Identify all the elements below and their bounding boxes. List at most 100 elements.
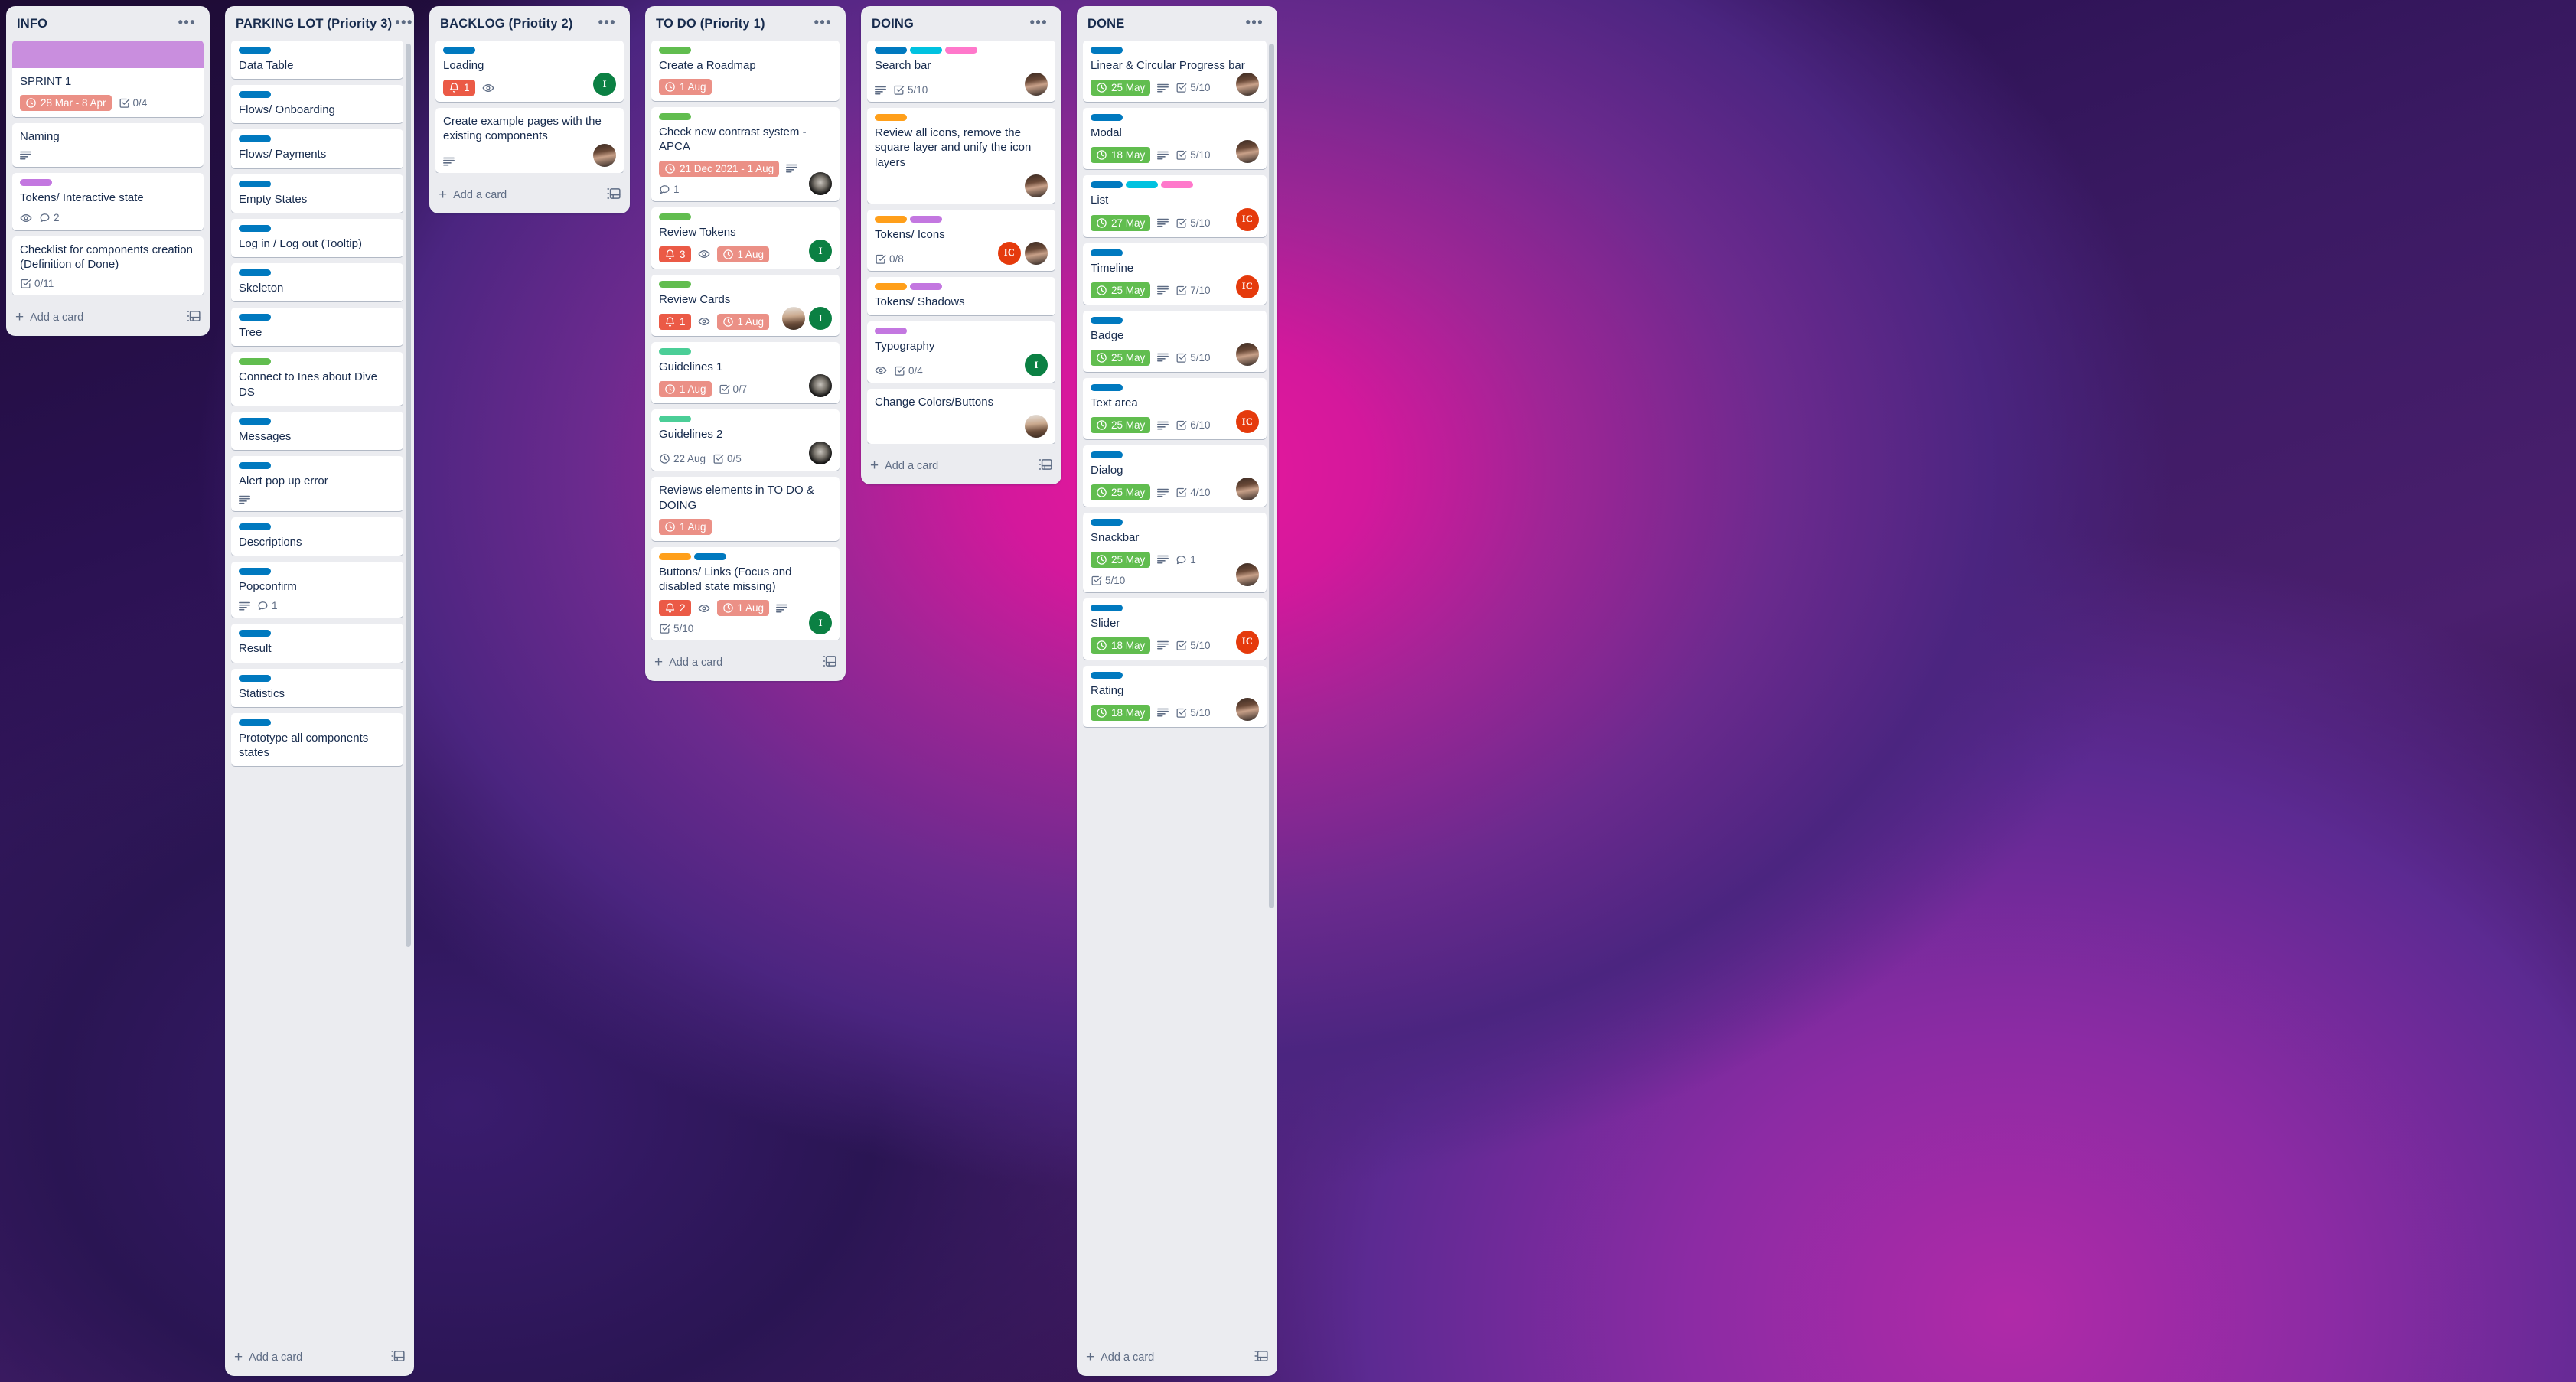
label-blue[interactable] <box>1091 249 1123 256</box>
avatar[interactable] <box>809 374 832 398</box>
card[interactable]: Guidelines 2 22 Aug 0/5 <box>651 409 840 471</box>
label-blue[interactable] <box>239 523 271 531</box>
label-blue[interactable] <box>1091 316 1123 324</box>
avatar[interactable]: I <box>809 239 832 262</box>
card-template-icon[interactable] <box>607 187 621 203</box>
avatar[interactable]: I <box>809 306 832 330</box>
column-menu-button[interactable]: ••• <box>392 15 416 31</box>
label-green[interactable] <box>659 280 691 288</box>
avatar[interactable]: I <box>1025 354 1048 377</box>
due-date-badge[interactable]: 27 May <box>1091 214 1151 231</box>
card[interactable]: Timeline 25 May 7/10 IC <box>1083 243 1267 305</box>
card-template-icon[interactable] <box>187 310 201 325</box>
card[interactable]: Checklist for components creation (Defin… <box>12 236 204 295</box>
column-scrollbar[interactable] <box>406 44 411 947</box>
card[interactable]: Snackbar 25 May 1 5/10 <box>1083 513 1267 592</box>
card[interactable]: Check new contrast system - APCA 21 Dec 2… <box>651 107 840 201</box>
label-green_light[interactable] <box>659 416 691 423</box>
add-card-button[interactable]: + Add a card <box>6 300 210 336</box>
due-date-badge[interactable]: 1 Aug <box>716 246 770 262</box>
avatar[interactable] <box>1025 73 1048 96</box>
avatar[interactable]: I <box>809 611 832 635</box>
due-date-badge[interactable]: 1 Aug <box>659 79 712 96</box>
due-date-badge[interactable]: 1 Aug <box>716 313 770 330</box>
card[interactable]: Review all icons, remove the square laye… <box>867 108 1055 204</box>
avatar[interactable] <box>1236 697 1259 721</box>
card[interactable]: Rating 18 May 5/10 <box>1083 665 1267 727</box>
card[interactable]: Statistics <box>231 668 403 707</box>
card[interactable]: Create example pages with the existing c… <box>435 108 624 173</box>
alert-badge[interactable]: 1 <box>659 313 691 330</box>
label-blue[interactable] <box>239 314 271 321</box>
avatar[interactable]: IC <box>998 241 1021 265</box>
label-blue[interactable] <box>239 180 271 187</box>
label-pink[interactable] <box>945 47 977 54</box>
watch-badge[interactable] <box>698 315 710 328</box>
card[interactable]: Alert pop up error <box>231 455 403 512</box>
card[interactable]: Text area 25 May 6/10 IC <box>1083 377 1267 440</box>
avatar[interactable]: IC <box>1236 410 1259 434</box>
due-date-badge[interactable]: 18 May <box>1091 637 1151 654</box>
column-menu-button[interactable]: ••• <box>1027 15 1051 31</box>
due-date-badge[interactable]: 1 Aug <box>659 518 712 535</box>
due-date-badge[interactable]: 1 Aug <box>659 381 712 398</box>
due-date-badge[interactable]: 18 May <box>1091 704 1151 721</box>
card[interactable]: Tokens/ Shadows <box>867 276 1055 316</box>
avatar[interactable] <box>1236 73 1259 96</box>
card[interactable]: Badge 25 May 5/10 <box>1083 310 1267 372</box>
avatar[interactable] <box>782 306 805 330</box>
label-blue[interactable] <box>239 461 271 469</box>
label-blue[interactable] <box>1091 383 1123 391</box>
card-template-icon[interactable] <box>823 655 836 670</box>
avatar[interactable] <box>1236 342 1259 366</box>
card[interactable]: Messages <box>231 411 403 450</box>
label-pink[interactable] <box>1161 181 1193 189</box>
card-template-icon[interactable] <box>391 1350 405 1365</box>
card[interactable]: Reviews elements in TO DO & DOING 1 Aug <box>651 477 840 541</box>
add-card-button[interactable]: + Add a card <box>429 178 630 213</box>
watch-badge[interactable] <box>482 82 494 94</box>
label-orange[interactable] <box>875 215 907 223</box>
label-blue[interactable] <box>443 47 475 54</box>
card[interactable]: Naming <box>12 123 204 168</box>
card[interactable]: Change Colors/Buttons <box>867 389 1055 444</box>
card[interactable]: Tokens/ Interactive state 2 <box>12 173 204 230</box>
label-blue[interactable] <box>1091 451 1123 459</box>
label-blue[interactable] <box>1091 519 1123 526</box>
due-date-badge[interactable]: 25 May <box>1091 80 1151 96</box>
avatar[interactable] <box>1236 140 1259 164</box>
label-blue[interactable] <box>875 47 907 54</box>
add-card-button[interactable]: + Add a card <box>1077 1340 1277 1376</box>
watch-badge[interactable] <box>698 602 710 614</box>
label-blue[interactable] <box>1091 47 1123 54</box>
label-blue[interactable] <box>239 417 271 425</box>
comments-badge[interactable]: 1 <box>659 184 680 195</box>
avatar[interactable]: IC <box>1236 207 1259 231</box>
label-blue[interactable] <box>1091 114 1123 122</box>
due-date-badge[interactable]: 25 May <box>1091 349 1151 366</box>
label-purple[interactable] <box>875 328 907 335</box>
label-orange[interactable] <box>875 282 907 290</box>
card[interactable]: Data Table <box>231 41 403 80</box>
card[interactable]: Slider 18 May 5/10 IC <box>1083 598 1267 660</box>
column-menu-button[interactable]: ••• <box>811 15 835 31</box>
avatar[interactable]: I <box>593 73 616 96</box>
watch-badge[interactable] <box>875 364 887 376</box>
card[interactable]: Flows/ Payments <box>231 129 403 168</box>
avatar[interactable] <box>1025 174 1048 197</box>
card[interactable]: Buttons/ Links (Focus and disabled state… <box>651 546 840 641</box>
due-date-badge[interactable]: 25 May <box>1091 484 1151 501</box>
column-scrollbar[interactable] <box>1269 44 1274 908</box>
avatar[interactable] <box>809 442 832 465</box>
due-date-badge[interactable]: 28 Mar - 8 Apr <box>20 95 112 112</box>
avatar[interactable]: IC <box>1236 630 1259 654</box>
add-card-button[interactable]: + Add a card <box>225 1340 414 1376</box>
label-blue[interactable] <box>1091 604 1123 611</box>
card[interactable]: Skeleton <box>231 262 403 302</box>
label-purple[interactable] <box>20 179 52 187</box>
label-blue[interactable] <box>1091 671 1123 679</box>
add-card-button[interactable]: + Add a card <box>645 645 846 681</box>
label-blue[interactable] <box>239 719 271 726</box>
alert-badge[interactable]: 1 <box>443 80 475 96</box>
label-blue[interactable] <box>239 674 271 682</box>
